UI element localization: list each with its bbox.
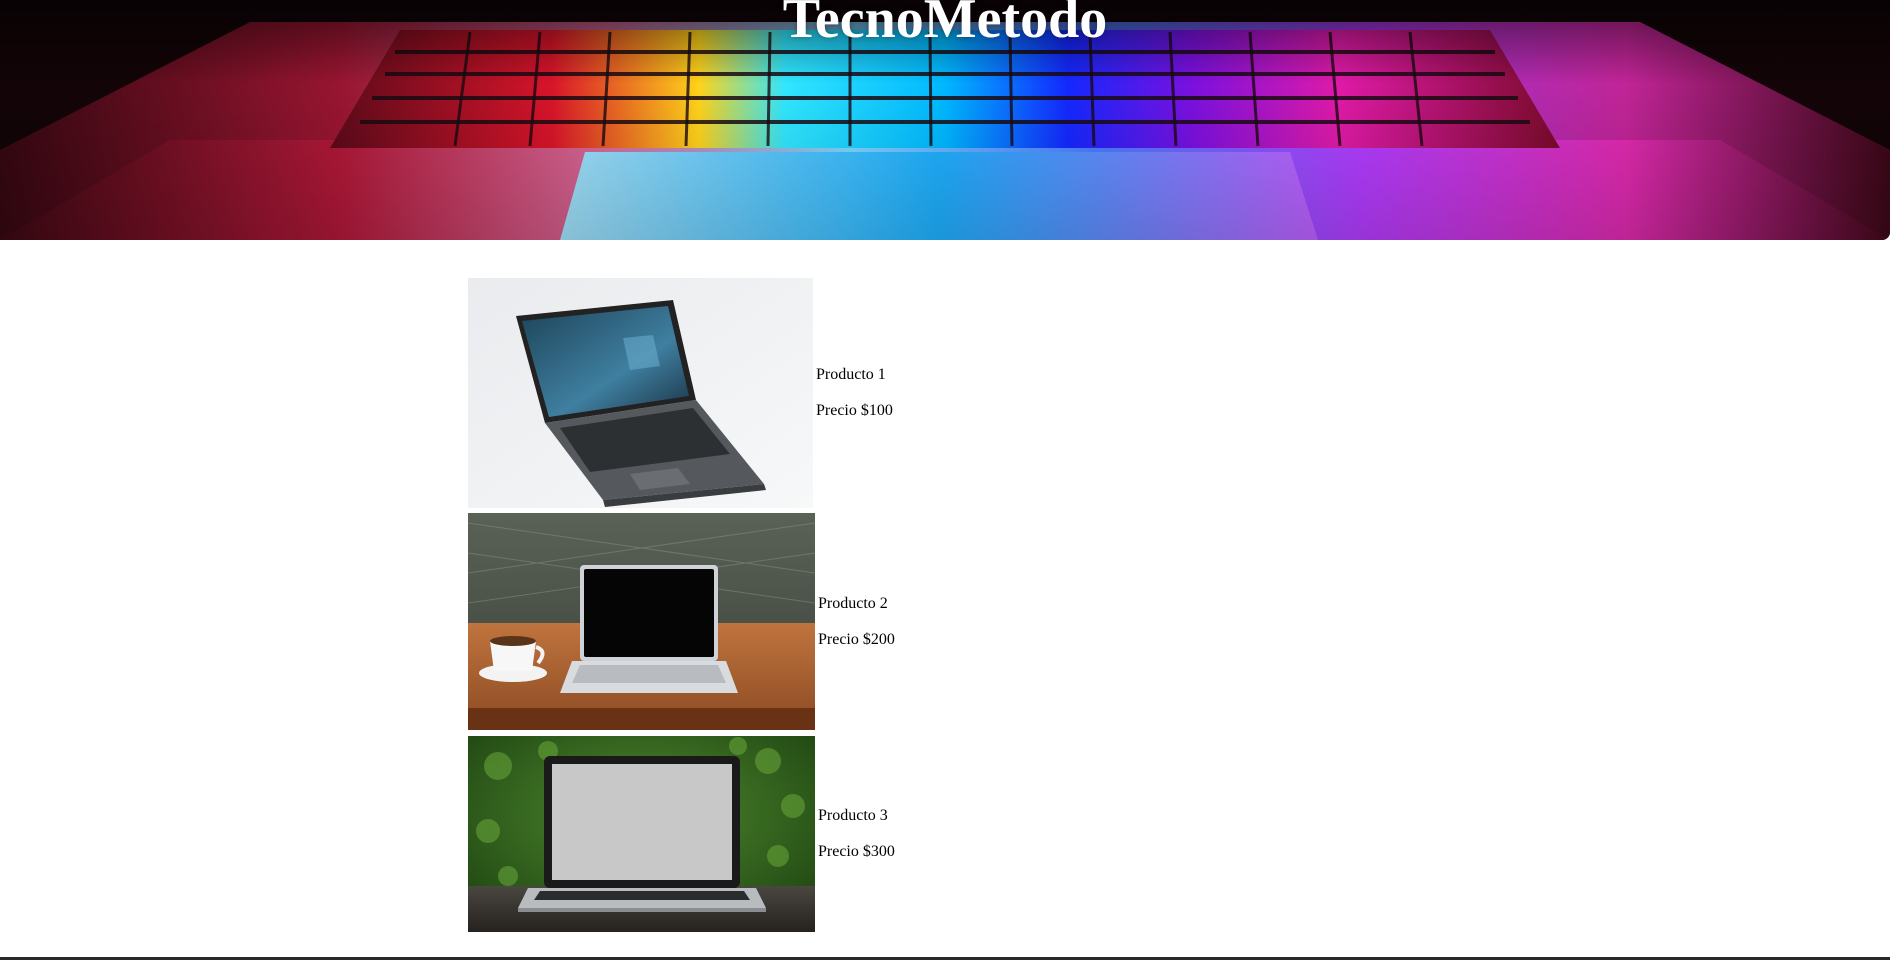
product-name: Producto 1	[816, 366, 886, 383]
product-info: Producto 1 Precio $100	[816, 366, 893, 420]
site-title: TecnoMetodo	[782, 0, 1108, 50]
product-price: Precio $200	[818, 630, 895, 648]
product-item: Producto 2 Precio $200	[468, 513, 895, 730]
product-price: Precio $300	[818, 843, 895, 860]
product-item: Producto 1 Precio $100	[468, 278, 893, 508]
product-price: Precio $100	[816, 402, 893, 419]
product-item: Producto 3 Precio $300	[468, 736, 895, 932]
product-image-laptop-gray[interactable]	[468, 278, 813, 508]
product-name: Producto 3	[818, 807, 888, 824]
hero-banner: TecnoMetodo	[0, 0, 1890, 240]
product-image-laptop-table[interactable]	[468, 513, 815, 730]
product-info: Producto 3 Precio $300	[818, 807, 895, 861]
product-name: Producto 2	[818, 594, 888, 612]
product-info: Producto 2 Precio $200	[818, 595, 895, 649]
product-image-laptop-garden[interactable]	[468, 736, 815, 932]
